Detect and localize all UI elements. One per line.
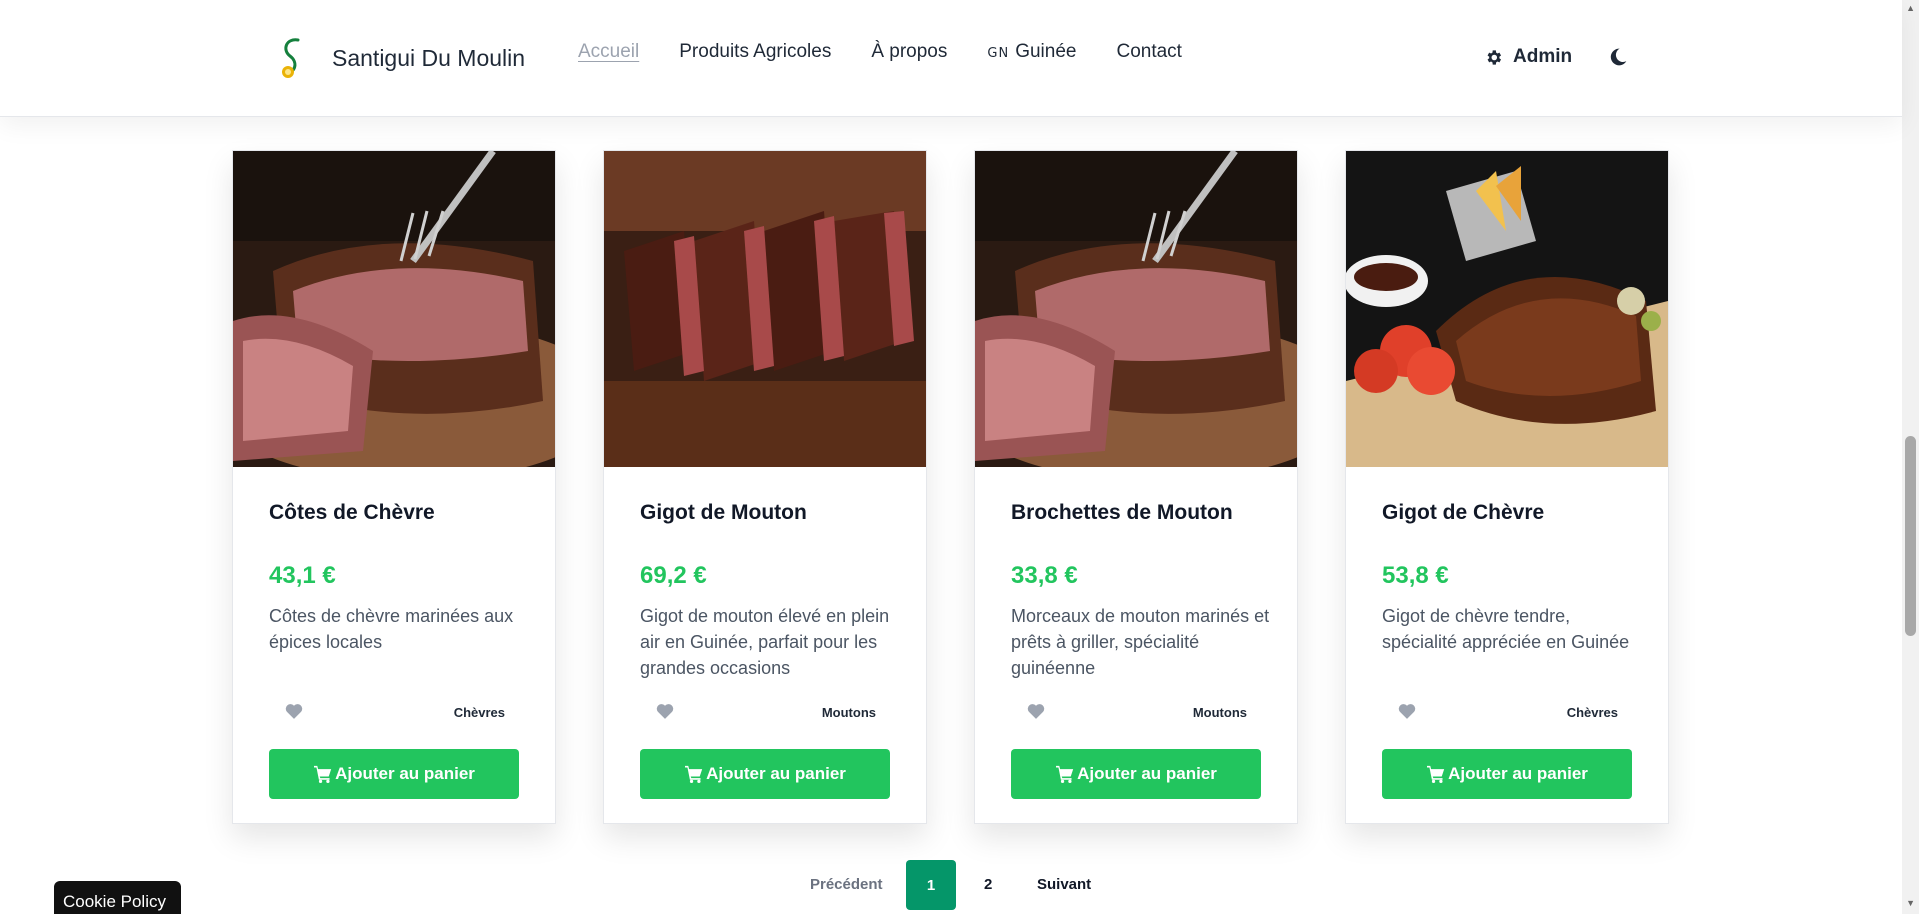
product-category: Moutons [1192, 705, 1247, 720]
product-description: Morceaux de mouton marinés et prêts à gr… [1011, 606, 1270, 678]
product-image[interactable] [975, 151, 1297, 467]
scroll-down-arrow-icon[interactable]: ▼ [1906, 898, 1915, 908]
product-image[interactable] [1346, 151, 1668, 467]
nav-apropos[interactable]: À propos [871, 41, 947, 63]
main-nav: Accueil Produits Agricoles À propos GN Gu… [578, 41, 1182, 63]
pagination-next[interactable]: Suivant [1037, 876, 1091, 893]
product-price: 43,1 € [269, 562, 336, 589]
product-description: Côtes de chèvre marinées aux épices loca… [269, 606, 514, 652]
scroll-up-arrow-icon[interactable]: ▲ [1906, 3, 1915, 13]
gear-icon [1487, 49, 1502, 65]
product-category: Moutons [821, 705, 876, 720]
add-to-cart-label: Ajouter au panier [1077, 764, 1217, 783]
product-name: Côtes de Chèvre [269, 501, 435, 524]
product-category: Chèvres [453, 705, 505, 720]
cart-icon [1427, 765, 1445, 783]
cart-icon [314, 765, 332, 783]
nav-produits[interactable]: Produits Agricoles [679, 41, 831, 63]
heart-icon[interactable] [285, 703, 303, 719]
cart-icon [685, 765, 703, 783]
add-to-cart-label: Ajouter au panier [706, 764, 846, 783]
pagination-page-2[interactable]: 2 [984, 876, 992, 893]
pagination-page-1[interactable]: 1 [906, 860, 956, 910]
product-image[interactable] [233, 151, 555, 467]
heart-icon[interactable] [1398, 703, 1416, 719]
product-card: Gigot de Chèvre 53,8 € Gigot de chèvre t… [1345, 150, 1669, 824]
moon-icon[interactable] [1608, 47, 1628, 67]
product-category: Chèvres [1566, 705, 1618, 720]
product-description: Gigot de mouton élevé en plein air en Gu… [640, 606, 890, 678]
cookie-policy-button[interactable]: Cookie Policy [54, 881, 181, 914]
add-to-cart-button[interactable]: Ajouter au panier [1382, 749, 1632, 799]
product-name: Gigot de Mouton [640, 501, 807, 524]
product-price: 33,8 € [1011, 562, 1078, 589]
heart-icon[interactable] [1027, 703, 1045, 719]
pagination: Précédent 1 2 Suivant [0, 860, 1902, 910]
nav-guinee[interactable]: GN Guinée [987, 41, 1076, 63]
scrollbar-thumb[interactable] [1905, 436, 1916, 636]
nav-contact[interactable]: Contact [1116, 41, 1181, 63]
pagination-prev[interactable]: Précédent [810, 876, 883, 893]
site-header: Santigui Du Moulin Accueil Produits Agri… [0, 0, 1902, 117]
product-card: Gigot de Mouton 69,2 € Gigot de mouton é… [603, 150, 927, 824]
add-to-cart-label: Ajouter au panier [335, 764, 475, 783]
product-card: Brochettes de Mouton 33,8 € Morceaux de … [974, 150, 1298, 824]
nav-accueil[interactable]: Accueil [578, 41, 639, 63]
product-price: 69,2 € [640, 562, 707, 589]
heart-icon[interactable] [656, 703, 674, 719]
add-to-cart-button[interactable]: Ajouter au panier [269, 749, 519, 799]
logo-icon [282, 38, 300, 78]
nav-guinee-label: Guinée [1015, 41, 1077, 62]
product-image[interactable] [604, 151, 926, 467]
admin-label: Admin [1513, 46, 1573, 67]
product-name: Gigot de Chèvre [1382, 501, 1545, 524]
brand-name: Santigui Du Moulin [332, 44, 526, 71]
add-to-cart-label: Ajouter au panier [1448, 764, 1588, 783]
product-description: Gigot de chèvre tendre, spécialité appré… [1382, 606, 1630, 652]
admin-button[interactable]: Admin [1484, 46, 1572, 68]
product-card: Côtes de Chèvre 43,1 € Côtes de chèvre m… [232, 150, 556, 824]
add-to-cart-button[interactable]: Ajouter au panier [640, 749, 890, 799]
cart-icon [1056, 765, 1074, 783]
add-to-cart-button[interactable]: Ajouter au panier [1011, 749, 1261, 799]
product-name: Brochettes de Mouton [1011, 501, 1233, 524]
guinea-flag-icon: GN [987, 46, 1010, 61]
logo[interactable]: Santigui Du Moulin [276, 36, 525, 80]
product-price: 53,8 € [1382, 562, 1449, 589]
scrollbar[interactable]: ▲ ▼ [1902, 0, 1919, 914]
